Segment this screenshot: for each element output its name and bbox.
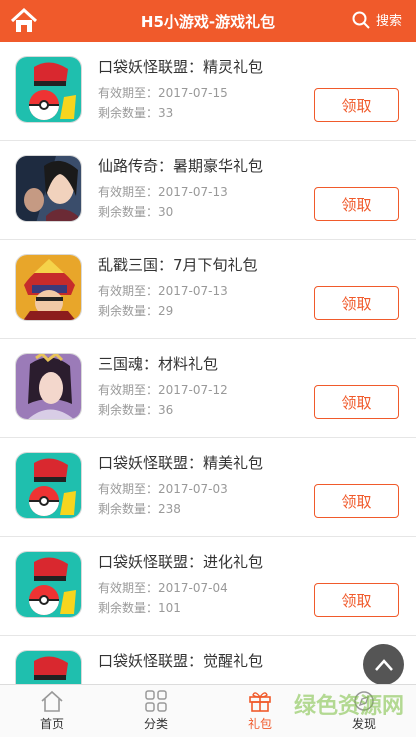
item-expiry: 有效期至：2017-07-13 xyxy=(98,284,228,298)
claim-button[interactable]: 领取 xyxy=(314,583,399,617)
gift-list: 口袋妖怪联盟：精灵礼包 有效期至：2017-07-15 剩余数量：33 领取 仙… xyxy=(0,42,416,684)
list-item: 口袋妖怪联盟：精灵礼包 有效期至：2017-07-15 剩余数量：33 领取 xyxy=(0,42,416,141)
item-title: 口袋妖怪联盟：精灵礼包 xyxy=(98,58,264,76)
item-title: 口袋妖怪联盟：觉醒礼包 xyxy=(98,652,264,670)
chevron-up-icon xyxy=(374,658,393,671)
pokemon-game-icon[interactable] xyxy=(15,452,82,519)
header-bar: H5小游戏-游戏礼包 搜索 xyxy=(0,0,416,42)
item-title: 口袋妖怪联盟：进化礼包 xyxy=(98,553,264,571)
claim-button[interactable]: 领取 xyxy=(314,88,399,122)
item-remaining: 剩余数量：238 xyxy=(98,502,181,516)
item-remaining: 剩余数量：33 xyxy=(98,106,174,120)
item-expiry: 有效期至：2017-07-04 xyxy=(98,581,228,595)
claim-button[interactable]: 领取 xyxy=(314,484,399,518)
page-title: H5小游戏-游戏礼包 xyxy=(140,12,276,31)
search-button[interactable]: 搜索 xyxy=(352,10,402,29)
pokemon-game-icon[interactable] xyxy=(15,56,82,123)
tab-category[interactable]: 分类 xyxy=(104,685,208,737)
claim-button[interactable]: 领取 xyxy=(314,286,399,320)
list-item: 口袋妖怪联盟：觉醒礼包 xyxy=(0,636,416,684)
tab-label: 礼包 xyxy=(247,717,272,731)
claim-button[interactable]: 领取 xyxy=(314,187,399,221)
pokemon-game-icon[interactable] xyxy=(15,650,82,684)
sanguohun-game-icon[interactable] xyxy=(15,353,82,420)
list-item: 乱戳三国：7月下旬礼包 有效期至：2017-07-13 剩余数量：29 领取 xyxy=(0,240,416,339)
list-item: 口袋妖怪联盟：精美礼包 有效期至：2017-07-03 剩余数量：238 领取 xyxy=(0,438,416,537)
home-icon xyxy=(41,690,63,712)
back-to-top-button[interactable] xyxy=(363,644,404,685)
item-expiry: 有效期至：2017-07-15 xyxy=(98,86,228,100)
home-icon[interactable] xyxy=(8,6,40,36)
gift-icon xyxy=(249,692,271,712)
item-expiry: 有效期至：2017-07-03 xyxy=(98,482,228,496)
claim-button[interactable]: 领取 xyxy=(314,385,399,419)
search-icon xyxy=(352,11,370,29)
watermark-logo: 绿色资源网 xyxy=(293,694,404,719)
list-item: 口袋妖怪联盟：进化礼包 有效期至：2017-07-04 剩余数量：101 领取 xyxy=(0,537,416,636)
list-item: 三国魂：材料礼包 有效期至：2017-07-12 剩余数量：36 领取 xyxy=(0,339,416,438)
item-remaining: 剩余数量：101 xyxy=(98,601,181,615)
item-remaining: 剩余数量：30 xyxy=(98,205,174,219)
item-remaining: 剩余数量：36 xyxy=(98,403,174,417)
pokemon-game-icon[interactable] xyxy=(15,551,82,618)
item-title: 仙路传奇：暑期豪华礼包 xyxy=(98,157,264,175)
tab-home[interactable]: 首页 xyxy=(0,685,104,737)
item-expiry: 有效期至：2017-07-13 xyxy=(98,185,228,199)
tab-label: 分类 xyxy=(143,717,168,731)
xianlu-game-icon[interactable] xyxy=(15,155,82,222)
item-title: 三国魂：材料礼包 xyxy=(98,355,219,373)
tab-label: 首页 xyxy=(39,717,64,731)
category-grid-icon xyxy=(145,690,167,712)
sanguo-warrior-game-icon[interactable] xyxy=(15,254,82,321)
search-label: 搜索 xyxy=(375,14,402,29)
item-title: 口袋妖怪联盟：精美礼包 xyxy=(98,454,264,472)
item-remaining: 剩余数量：29 xyxy=(98,304,174,318)
item-title: 乱戳三国：7月下旬礼包 xyxy=(98,256,258,274)
item-expiry: 有效期至：2017-07-12 xyxy=(98,383,228,397)
list-item: 仙路传奇：暑期豪华礼包 有效期至：2017-07-13 剩余数量：30 领取 xyxy=(0,141,416,240)
